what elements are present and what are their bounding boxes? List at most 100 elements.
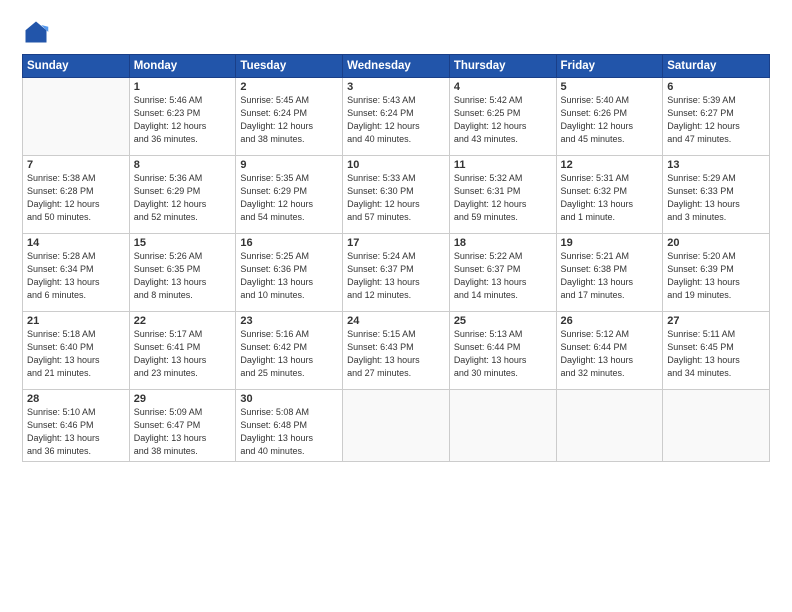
day-cell: 1Sunrise: 5:46 AM Sunset: 6:23 PM Daylig…	[129, 78, 236, 156]
day-header-friday: Friday	[556, 55, 663, 78]
day-cell: 30Sunrise: 5:08 AM Sunset: 6:48 PM Dayli…	[236, 390, 343, 462]
day-number: 16	[240, 237, 338, 249]
day-cell: 10Sunrise: 5:33 AM Sunset: 6:30 PM Dayli…	[343, 156, 450, 234]
day-number: 27	[667, 315, 765, 327]
day-header-tuesday: Tuesday	[236, 55, 343, 78]
day-header-sunday: Sunday	[23, 55, 130, 78]
week-row-3: 21Sunrise: 5:18 AM Sunset: 6:40 PM Dayli…	[23, 312, 770, 390]
day-number: 7	[27, 159, 125, 171]
day-number: 5	[561, 81, 659, 93]
day-cell	[23, 78, 130, 156]
day-cell: 18Sunrise: 5:22 AM Sunset: 6:37 PM Dayli…	[449, 234, 556, 312]
week-row-1: 7Sunrise: 5:38 AM Sunset: 6:28 PM Daylig…	[23, 156, 770, 234]
day-number: 2	[240, 81, 338, 93]
day-info: Sunrise: 5:31 AM Sunset: 6:32 PM Dayligh…	[561, 172, 659, 224]
day-cell: 22Sunrise: 5:17 AM Sunset: 6:41 PM Dayli…	[129, 312, 236, 390]
day-info: Sunrise: 5:29 AM Sunset: 6:33 PM Dayligh…	[667, 172, 765, 224]
day-cell: 21Sunrise: 5:18 AM Sunset: 6:40 PM Dayli…	[23, 312, 130, 390]
day-info: Sunrise: 5:16 AM Sunset: 6:42 PM Dayligh…	[240, 328, 338, 380]
day-cell	[343, 390, 450, 462]
header-row: SundayMondayTuesdayWednesdayThursdayFrid…	[23, 55, 770, 78]
day-info: Sunrise: 5:46 AM Sunset: 6:23 PM Dayligh…	[134, 94, 232, 146]
day-cell: 13Sunrise: 5:29 AM Sunset: 6:33 PM Dayli…	[663, 156, 770, 234]
day-info: Sunrise: 5:28 AM Sunset: 6:34 PM Dayligh…	[27, 250, 125, 302]
day-info: Sunrise: 5:43 AM Sunset: 6:24 PM Dayligh…	[347, 94, 445, 146]
day-number: 3	[347, 81, 445, 93]
week-row-4: 28Sunrise: 5:10 AM Sunset: 6:46 PM Dayli…	[23, 390, 770, 462]
day-header-thursday: Thursday	[449, 55, 556, 78]
day-info: Sunrise: 5:24 AM Sunset: 6:37 PM Dayligh…	[347, 250, 445, 302]
day-cell: 19Sunrise: 5:21 AM Sunset: 6:38 PM Dayli…	[556, 234, 663, 312]
day-info: Sunrise: 5:11 AM Sunset: 6:45 PM Dayligh…	[667, 328, 765, 380]
calendar-table: SundayMondayTuesdayWednesdayThursdayFrid…	[22, 54, 770, 462]
week-row-0: 1Sunrise: 5:46 AM Sunset: 6:23 PM Daylig…	[23, 78, 770, 156]
logo	[22, 18, 54, 46]
day-number: 10	[347, 159, 445, 171]
calendar-page: SundayMondayTuesdayWednesdayThursdayFrid…	[0, 0, 792, 612]
day-info: Sunrise: 5:18 AM Sunset: 6:40 PM Dayligh…	[27, 328, 125, 380]
day-number: 22	[134, 315, 232, 327]
day-number: 8	[134, 159, 232, 171]
day-number: 28	[27, 393, 125, 405]
day-cell: 7Sunrise: 5:38 AM Sunset: 6:28 PM Daylig…	[23, 156, 130, 234]
day-number: 14	[27, 237, 125, 249]
day-header-monday: Monday	[129, 55, 236, 78]
day-number: 6	[667, 81, 765, 93]
day-number: 26	[561, 315, 659, 327]
day-info: Sunrise: 5:21 AM Sunset: 6:38 PM Dayligh…	[561, 250, 659, 302]
day-number: 20	[667, 237, 765, 249]
day-cell: 11Sunrise: 5:32 AM Sunset: 6:31 PM Dayli…	[449, 156, 556, 234]
day-number: 29	[134, 393, 232, 405]
day-info: Sunrise: 5:25 AM Sunset: 6:36 PM Dayligh…	[240, 250, 338, 302]
day-info: Sunrise: 5:22 AM Sunset: 6:37 PM Dayligh…	[454, 250, 552, 302]
day-info: Sunrise: 5:12 AM Sunset: 6:44 PM Dayligh…	[561, 328, 659, 380]
day-cell	[556, 390, 663, 462]
day-info: Sunrise: 5:20 AM Sunset: 6:39 PM Dayligh…	[667, 250, 765, 302]
day-number: 17	[347, 237, 445, 249]
day-cell	[663, 390, 770, 462]
day-info: Sunrise: 5:32 AM Sunset: 6:31 PM Dayligh…	[454, 172, 552, 224]
day-cell: 8Sunrise: 5:36 AM Sunset: 6:29 PM Daylig…	[129, 156, 236, 234]
day-info: Sunrise: 5:08 AM Sunset: 6:48 PM Dayligh…	[240, 406, 338, 458]
day-number: 13	[667, 159, 765, 171]
day-cell: 4Sunrise: 5:42 AM Sunset: 6:25 PM Daylig…	[449, 78, 556, 156]
day-number: 12	[561, 159, 659, 171]
day-number: 9	[240, 159, 338, 171]
day-number: 11	[454, 159, 552, 171]
day-info: Sunrise: 5:15 AM Sunset: 6:43 PM Dayligh…	[347, 328, 445, 380]
header	[22, 18, 770, 46]
day-info: Sunrise: 5:42 AM Sunset: 6:25 PM Dayligh…	[454, 94, 552, 146]
day-info: Sunrise: 5:36 AM Sunset: 6:29 PM Dayligh…	[134, 172, 232, 224]
day-cell: 25Sunrise: 5:13 AM Sunset: 6:44 PM Dayli…	[449, 312, 556, 390]
logo-icon	[22, 18, 50, 46]
day-number: 15	[134, 237, 232, 249]
day-info: Sunrise: 5:33 AM Sunset: 6:30 PM Dayligh…	[347, 172, 445, 224]
day-number: 30	[240, 393, 338, 405]
day-cell: 5Sunrise: 5:40 AM Sunset: 6:26 PM Daylig…	[556, 78, 663, 156]
day-number: 18	[454, 237, 552, 249]
day-number: 24	[347, 315, 445, 327]
day-info: Sunrise: 5:13 AM Sunset: 6:44 PM Dayligh…	[454, 328, 552, 380]
day-number: 23	[240, 315, 338, 327]
day-info: Sunrise: 5:39 AM Sunset: 6:27 PM Dayligh…	[667, 94, 765, 146]
day-cell: 12Sunrise: 5:31 AM Sunset: 6:32 PM Dayli…	[556, 156, 663, 234]
day-cell: 2Sunrise: 5:45 AM Sunset: 6:24 PM Daylig…	[236, 78, 343, 156]
day-number: 25	[454, 315, 552, 327]
day-number: 4	[454, 81, 552, 93]
day-number: 1	[134, 81, 232, 93]
day-number: 21	[27, 315, 125, 327]
day-cell: 27Sunrise: 5:11 AM Sunset: 6:45 PM Dayli…	[663, 312, 770, 390]
day-cell: 29Sunrise: 5:09 AM Sunset: 6:47 PM Dayli…	[129, 390, 236, 462]
day-cell: 28Sunrise: 5:10 AM Sunset: 6:46 PM Dayli…	[23, 390, 130, 462]
day-header-wednesday: Wednesday	[343, 55, 450, 78]
day-info: Sunrise: 5:26 AM Sunset: 6:35 PM Dayligh…	[134, 250, 232, 302]
day-cell: 23Sunrise: 5:16 AM Sunset: 6:42 PM Dayli…	[236, 312, 343, 390]
day-cell: 17Sunrise: 5:24 AM Sunset: 6:37 PM Dayli…	[343, 234, 450, 312]
day-cell: 3Sunrise: 5:43 AM Sunset: 6:24 PM Daylig…	[343, 78, 450, 156]
day-header-saturday: Saturday	[663, 55, 770, 78]
day-info: Sunrise: 5:40 AM Sunset: 6:26 PM Dayligh…	[561, 94, 659, 146]
day-number: 19	[561, 237, 659, 249]
day-info: Sunrise: 5:35 AM Sunset: 6:29 PM Dayligh…	[240, 172, 338, 224]
day-cell: 26Sunrise: 5:12 AM Sunset: 6:44 PM Dayli…	[556, 312, 663, 390]
day-cell	[449, 390, 556, 462]
